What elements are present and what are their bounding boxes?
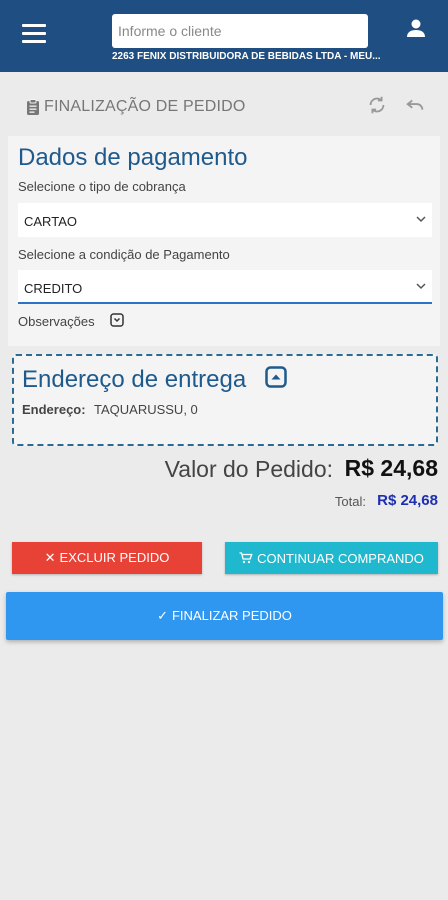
client-search-input[interactable]: [112, 14, 368, 48]
order-value: R$ 24,68: [344, 455, 438, 481]
delete-order-label: EXCLUIR PEDIDO: [59, 550, 170, 565]
finalize-order-button[interactable]: ✓ FINALIZAR PEDIDO: [6, 592, 443, 640]
chevron-down-icon: [416, 216, 426, 223]
billing-type-label: Selecione o tipo de cobrança: [18, 179, 186, 194]
payment-card: Dados de pagamento Selecione o tipo de c…: [8, 136, 440, 346]
payment-title: Dados de pagamento: [18, 144, 248, 171]
expand-icon[interactable]: [110, 313, 124, 327]
chevron-down-icon: [416, 283, 426, 290]
billing-type-select[interactable]: CARTAO: [18, 203, 432, 237]
continue-shopping-label: CONTINUAR COMPRANDO: [257, 550, 424, 566]
menu-icon[interactable]: [22, 24, 46, 44]
finalize-order-label: FINALIZAR PEDIDO: [171, 608, 292, 623]
delete-order-button[interactable]: ✕ EXCLUIR PEDIDO: [12, 542, 202, 574]
billing-type-value: CARTAO: [24, 214, 77, 229]
order-value-label: Valor do Pedido:: [164, 456, 333, 482]
selected-client-name: 2263 FENIX DISTRIBUIDORA DE BEBIDAS LTDA…: [112, 51, 381, 62]
collapse-icon[interactable]: [265, 366, 287, 388]
check-icon: ✓: [157, 608, 168, 623]
undo-icon[interactable]: [404, 94, 426, 116]
refresh-icon[interactable]: [366, 94, 388, 116]
payment-condition-select[interactable]: CREDITO: [18, 270, 432, 304]
payment-condition-label: Selecione a condição de Pagamento: [18, 247, 230, 262]
delivery-address-card: Endereço de entrega Endereço: TAQUARUSSU…: [12, 354, 438, 446]
observations-label[interactable]: Observações: [18, 314, 95, 329]
page-title: FINALIZAÇÃO DE PEDIDO: [44, 98, 246, 115]
continue-shopping-button[interactable]: CONTINUAR COMPRANDO: [225, 542, 438, 574]
user-icon[interactable]: [404, 16, 428, 40]
clipboard-icon: [27, 99, 39, 115]
close-icon: ✕: [44, 550, 56, 565]
page-header: FINALIZAÇÃO DE PEDIDO: [8, 86, 440, 130]
top-app-bar: 2263 FENIX DISTRIBUIDORA DE BEBIDAS LTDA…: [0, 0, 448, 72]
address-title: Endereço de entrega: [22, 366, 247, 393]
address-value: TAQUARUSSU, 0: [94, 402, 198, 417]
address-label: Endereço:: [22, 402, 86, 417]
total-label: Total:: [334, 494, 366, 509]
total-value: R$ 24,68: [377, 492, 438, 509]
payment-condition-value: CREDITO: [24, 281, 83, 296]
cart-icon: [239, 551, 253, 563]
